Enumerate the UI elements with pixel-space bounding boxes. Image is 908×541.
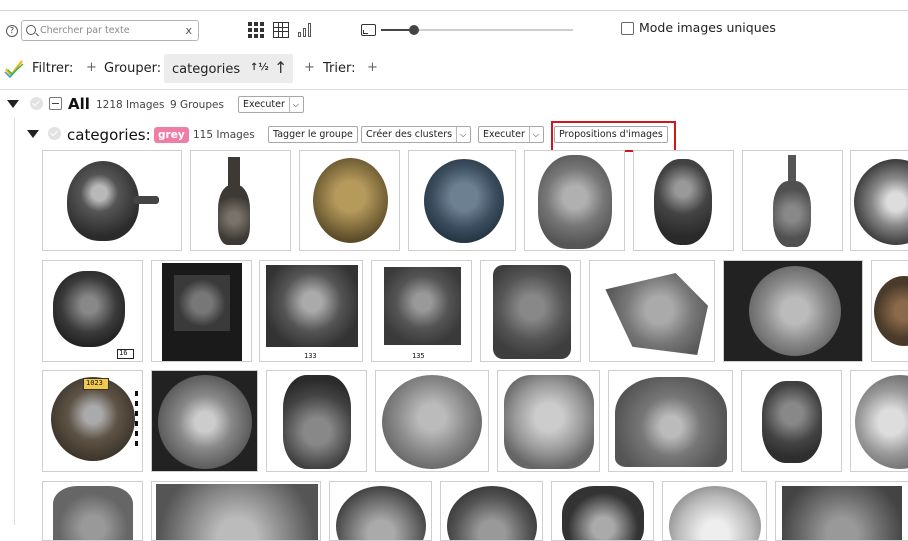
image-thumbnail[interactable] [408,150,516,251]
collapse-category-icon[interactable] [27,130,39,138]
clear-search-icon[interactable]: x [185,24,192,37]
image-thumbnail[interactable] [440,481,543,541]
chevron-down-icon: ⌵ [288,97,299,112]
image-thumbnail[interactable] [299,150,400,251]
image-thumbnail[interactable]: 133 [259,260,363,362]
image-thumbnail[interactable] [850,150,908,251]
sort-label: Trier: [323,61,356,76]
image-thumbnail[interactable] [480,260,581,362]
collapse-all-icon[interactable] [7,100,19,108]
category-tag-badge: grey [154,127,189,143]
all-group-title: All [68,95,90,113]
image-thumbnail[interactable] [375,370,489,472]
image-thumbnail[interactable] [723,260,863,362]
image-thumbnail[interactable] [871,260,908,362]
image-thumbnail[interactable] [266,370,367,472]
image-thumbnail[interactable] [151,370,258,472]
image-thumbnail[interactable] [151,260,252,362]
category-title: categories: [67,126,151,144]
group-label: Grouper: [104,61,162,76]
select-all-check-icon[interactable] [30,97,43,110]
group-value: categories [172,62,241,77]
image-size-icon [361,24,376,36]
image-thumbnail[interactable] [850,370,908,472]
image-thumbnail[interactable] [775,481,908,541]
tag-group-button[interactable]: Tagger le groupe [268,126,358,143]
catalog-number: 16 [119,349,128,357]
image-thumbnail[interactable] [551,481,654,541]
unique-images-label: Mode images uniques [639,20,776,35]
highlight-box [551,121,676,152]
tree-guide-line [14,118,15,525]
catalog-number: 133 [304,352,317,360]
chevron-down-icon: ⌵ [528,127,539,142]
image-thumbnail[interactable] [497,370,600,472]
table-view-icon[interactable] [273,22,289,38]
image-thumbnail[interactable] [524,150,625,251]
image-thumbnail[interactable]: 1023 [42,370,143,472]
unique-images-checkbox[interactable] [621,22,634,35]
image-thumbnail[interactable] [633,150,734,251]
create-clusters-button[interactable]: Créer des clusters ⌵ [361,126,472,143]
search-field[interactable]: x [21,20,199,41]
image-thumbnail[interactable] [662,481,767,541]
group-chip-categories[interactable]: categories ↑½ ↑ [164,54,293,83]
deselect-all-icon[interactable] [49,97,62,110]
image-thumbnail[interactable]: 16 [42,260,143,362]
catalog-number: 135 [412,352,425,360]
sort-alpha-icon[interactable]: ↑½ [250,62,269,73]
image-thumbnail[interactable] [742,150,843,251]
image-thumbnail[interactable] [42,150,182,251]
image-thumbnail[interactable] [151,481,321,541]
add-sort-criteria-plus[interactable]: + [367,60,378,75]
filter-logo-icon [4,60,24,79]
filter-label[interactable]: Filtrer: [32,61,73,76]
add-sort-plus[interactable]: + [304,60,315,75]
all-execute-button[interactable]: Executer ⌵ [238,96,304,113]
grid-view-icon[interactable] [248,22,264,38]
top-divider [0,10,908,11]
search-input[interactable] [40,23,180,38]
select-category-check-icon[interactable] [48,127,61,140]
image-thumbnail[interactable] [190,150,291,251]
image-thumbnail[interactable] [42,481,143,541]
chart-view-icon[interactable] [297,22,313,38]
catalog-number: 1023 [86,379,103,387]
all-images-count: 1218 Images [96,99,165,111]
slider-handle[interactable] [408,25,419,35]
help-icon[interactable]: ? [6,25,18,37]
image-thumbnail[interactable] [741,370,842,472]
image-thumbnail[interactable] [329,481,432,541]
sort-direction-icon[interactable]: ↑ [274,58,287,77]
add-group-plus[interactable]: + [86,60,97,75]
chevron-down-icon: ⌵ [456,127,466,142]
image-thumbnail[interactable] [589,260,715,362]
category-images-count: 115 Images [193,129,255,141]
search-icon [26,25,36,35]
all-groups-count: 9 Groupes [170,99,224,111]
image-thumbnail[interactable] [608,370,733,472]
image-thumbnail[interactable]: 135 [371,260,472,362]
category-execute-button[interactable]: Executer ⌵ [478,126,544,143]
toolbar-divider [0,89,908,90]
